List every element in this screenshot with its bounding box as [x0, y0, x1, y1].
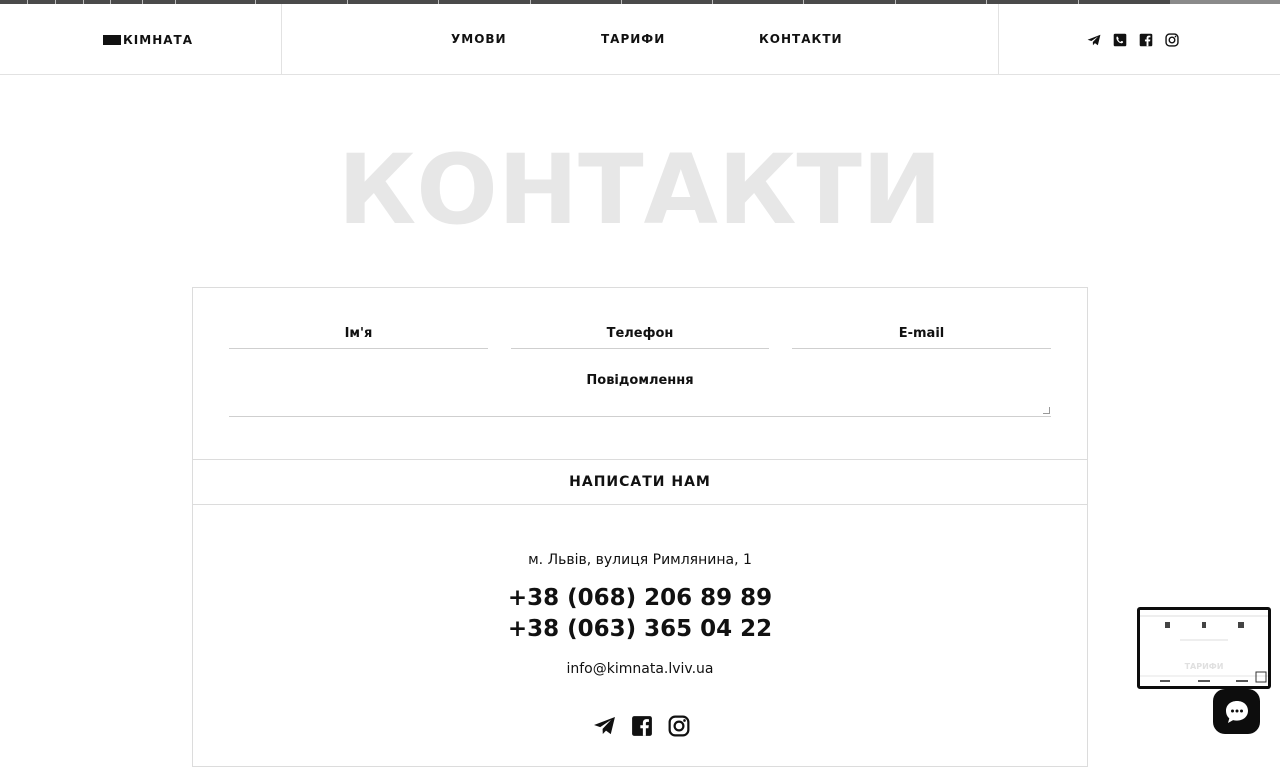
telegram-icon[interactable] [593, 714, 616, 737]
facebook-icon[interactable] [630, 714, 653, 737]
instagram-icon[interactable] [667, 714, 690, 737]
preview-miniature [1140, 615, 1268, 683]
submit-button[interactable]: НАПИСАТИ НАМ [193, 459, 1087, 505]
header-social-links [1086, 32, 1179, 47]
phone-link-1[interactable]: +38 (068) 206 89 89 [193, 585, 1087, 611]
email-field-label: E-mail [898, 326, 945, 341]
telegram-icon[interactable] [1086, 32, 1101, 47]
phone-field-label: Телефон [606, 326, 674, 341]
name-field[interactable]: Ім'я [229, 319, 488, 349]
message-field[interactable]: Повідомлення [229, 372, 1051, 417]
name-field-label: Ім'я [344, 326, 373, 341]
page-preview-thumbnail[interactable]: ТАРИФИ [1137, 607, 1271, 689]
phone-field[interactable]: Телефон [511, 319, 769, 349]
address-text: м. Львів, вулиця Римлянина, 1 [528, 552, 752, 568]
logo-text: КІМНАТА [123, 33, 194, 47]
email-field[interactable]: E-mail [792, 319, 1051, 349]
facebook-icon[interactable] [1138, 32, 1153, 47]
message-field-label: Повідомлення [586, 373, 694, 388]
nav-item-contacts[interactable]: КОНТАКТИ [759, 32, 843, 46]
phone-link-2[interactable]: +38 (063) 365 04 22 [193, 616, 1087, 642]
page-title: КОНТАКТИ [337, 134, 943, 246]
logo[interactable]: КІМНАТА [103, 33, 194, 47]
email-link[interactable]: info@kimnata.lviv.ua [193, 661, 1087, 677]
logo-mark [103, 35, 121, 45]
instagram-icon[interactable] [1164, 32, 1179, 47]
main-nav: УМОВИ ТАРИФИ КОНТАКТИ [282, 4, 999, 75]
viber-icon[interactable] [1112, 32, 1127, 47]
resize-handle-icon[interactable] [1043, 407, 1050, 414]
nav-item-terms[interactable]: УМОВИ [451, 32, 507, 46]
nav-item-tariffs[interactable]: ТАРИФИ [601, 32, 665, 46]
chat-button[interactable] [1213, 689, 1260, 734]
site-header: КІМНАТА УМОВИ ТАРИФИ КОНТАКТИ [0, 4, 1280, 75]
chat-bubble-icon [1225, 700, 1248, 723]
preview-title: ТАРИФИ [1184, 662, 1224, 671]
contact-social-links [593, 714, 690, 737]
contact-card: Ім'я Телефон E-mail Повідомлення НАПИСАТ… [192, 287, 1088, 767]
